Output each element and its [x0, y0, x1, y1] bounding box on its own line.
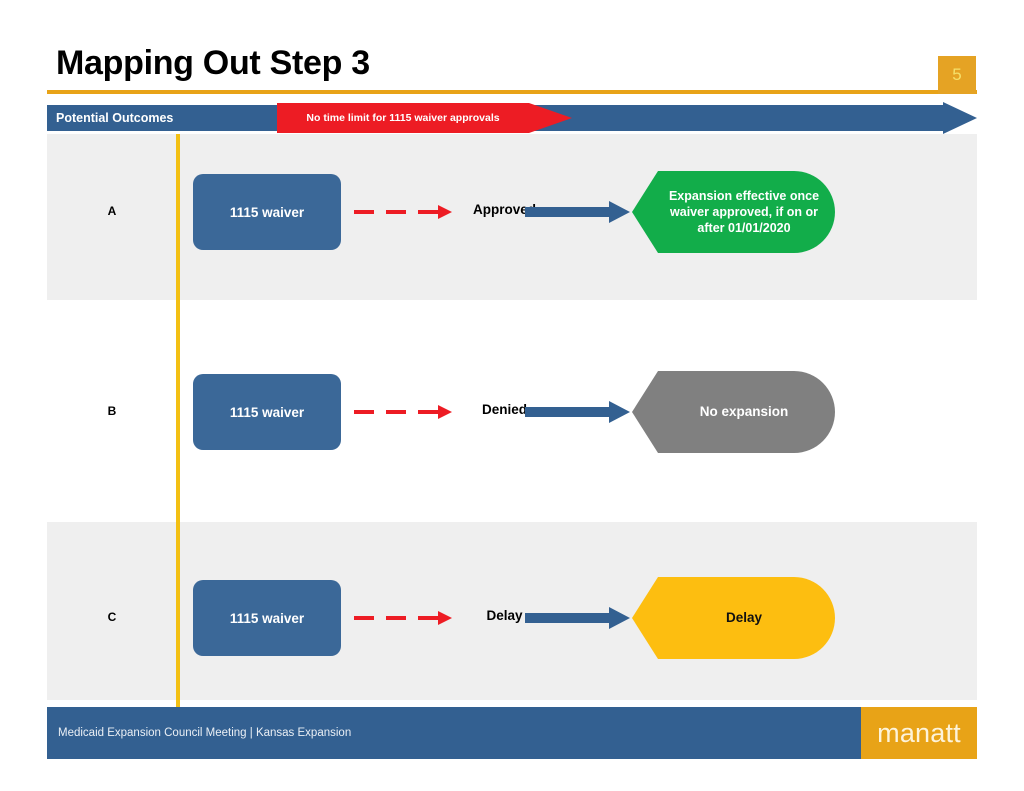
title-divider [47, 90, 977, 94]
manatt-logo: manatt [861, 707, 977, 759]
blue-arrow-b [525, 401, 630, 423]
blue-arrow-c [525, 607, 630, 629]
result-shape-c: Delay [632, 577, 835, 659]
potential-outcomes-band: Potential Outcomes No time limit for 111… [47, 102, 977, 134]
page-number-badge: 5 [938, 56, 976, 94]
row-letter-a: A [107, 204, 117, 218]
page-title: Mapping Out Step 3 [56, 44, 370, 82]
row-letter-c: C [107, 610, 117, 624]
solid-arrow-icon [525, 607, 630, 629]
result-shape-b: No expansion [632, 371, 835, 453]
callout-text: No time limit for 1115 waiver approvals [306, 112, 500, 124]
result-text-b: No expansion [699, 404, 789, 420]
vertical-divider [176, 134, 180, 707]
result-text-a: Expansion effective once waiver approved… [668, 189, 820, 235]
result-text-c: Delay [725, 610, 763, 626]
row-letter-b: B [107, 404, 117, 418]
solid-arrow-icon [525, 201, 630, 223]
waiver-box-b: 1115 waiver [193, 374, 341, 450]
solid-arrow-icon [525, 401, 630, 423]
footer-text: Medicaid Expansion Council Meeting | Kan… [58, 727, 352, 739]
row-band-a [47, 134, 977, 300]
waiver-box-c: 1115 waiver [193, 580, 341, 656]
blue-arrow-a [525, 201, 630, 223]
slide-canvas: Mapping Out Step 3 5 Potential Outcomes … [0, 0, 1024, 791]
band-label: Potential Outcomes [56, 111, 174, 125]
result-shape-a: Expansion effective once waiver approved… [632, 171, 835, 253]
waiver-box-a: 1115 waiver [193, 174, 341, 250]
time-limit-callout: No time limit for 1115 waiver approvals [277, 103, 572, 133]
